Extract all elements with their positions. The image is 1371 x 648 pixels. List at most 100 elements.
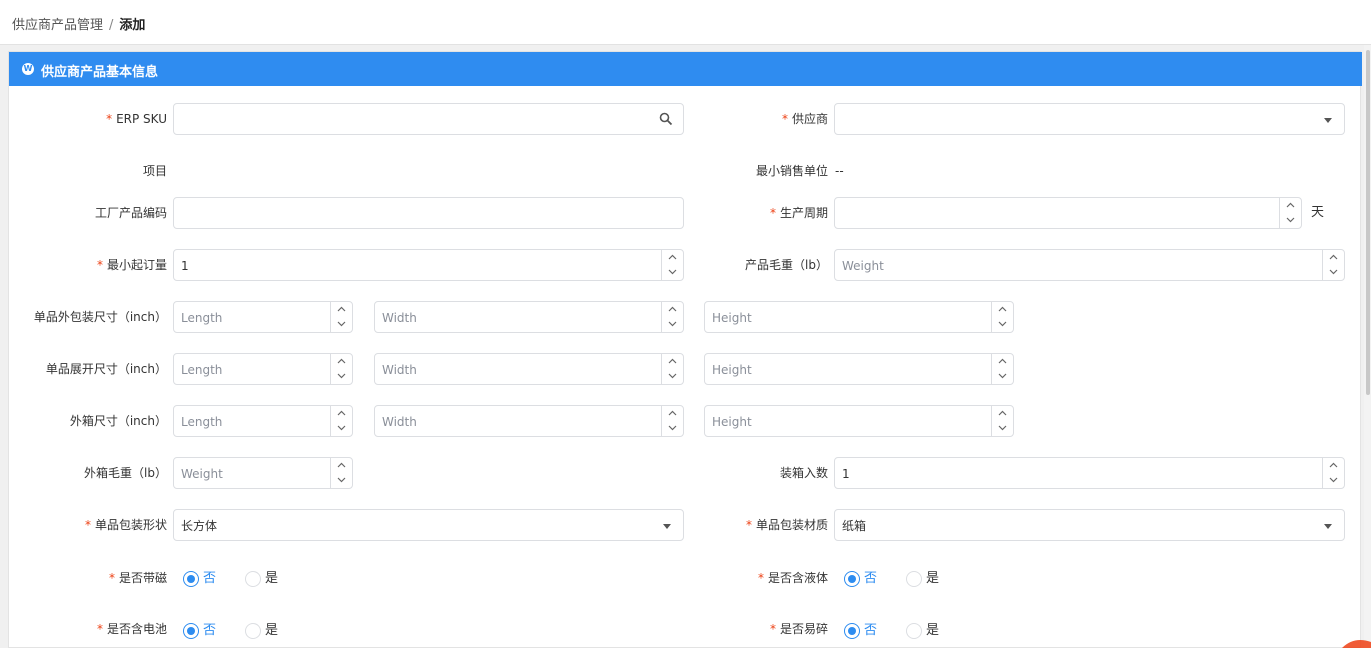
chevron-down-icon bbox=[668, 373, 677, 379]
battery-label: * 是否含电池 bbox=[96, 622, 167, 636]
chevron-up-icon bbox=[668, 254, 677, 260]
unfold-size-height-input[interactable]: Height bbox=[704, 353, 1014, 385]
decrement-button[interactable] bbox=[1323, 473, 1344, 488]
increment-button[interactable] bbox=[331, 458, 352, 473]
factory-code-input[interactable] bbox=[173, 197, 684, 229]
number-stepper bbox=[661, 250, 683, 280]
increment-button[interactable] bbox=[331, 354, 352, 369]
increment-button[interactable] bbox=[992, 406, 1013, 421]
pack-size-height-input[interactable]: Height bbox=[704, 301, 1014, 333]
chevron-up-icon bbox=[998, 306, 1007, 312]
decrement-button[interactable] bbox=[662, 369, 683, 384]
fragile-yes-label[interactable]: 是 bbox=[926, 623, 939, 639]
decrement-button[interactable] bbox=[992, 369, 1013, 384]
increment-button[interactable] bbox=[662, 302, 683, 317]
increment-button[interactable] bbox=[1280, 198, 1301, 213]
fragile-yes-radio[interactable] bbox=[906, 623, 922, 639]
supplier-label: * 供应商 bbox=[781, 112, 828, 126]
liquid-no-radio[interactable] bbox=[844, 571, 860, 587]
increment-button[interactable] bbox=[1323, 250, 1344, 265]
min-sales-unit-value: -- bbox=[835, 164, 844, 178]
decrement-button[interactable] bbox=[1280, 213, 1301, 228]
carton-size-width-input[interactable]: Width bbox=[374, 405, 684, 437]
gross-weight-input[interactable]: Weight bbox=[834, 249, 1345, 281]
chevron-down-icon bbox=[998, 373, 1007, 379]
chevron-down-icon bbox=[337, 477, 346, 483]
search-icon[interactable] bbox=[659, 112, 673, 126]
pack-size-length-input[interactable]: Length bbox=[173, 301, 353, 333]
breadcrumb-current: 添加 bbox=[119, 18, 146, 33]
chevron-down-icon bbox=[668, 321, 677, 327]
magnetic-no-radio[interactable] bbox=[183, 571, 199, 587]
increment-button[interactable] bbox=[662, 250, 683, 265]
chevron-up-icon bbox=[1286, 202, 1295, 208]
chevron-down-icon bbox=[998, 321, 1007, 327]
breadcrumb-separator: / bbox=[109, 18, 114, 33]
erp-sku-input[interactable] bbox=[173, 103, 684, 135]
number-stepper bbox=[991, 354, 1013, 384]
chevron-up-icon bbox=[998, 410, 1007, 416]
battery-no-label[interactable]: 否 bbox=[203, 623, 216, 639]
unfold-size-length-input[interactable]: Length bbox=[173, 353, 353, 385]
increment-button[interactable] bbox=[331, 406, 352, 421]
decrement-button[interactable] bbox=[331, 473, 352, 488]
production-cycle-input[interactable] bbox=[834, 197, 1302, 229]
decrement-button[interactable] bbox=[992, 317, 1013, 332]
erp-sku-label: * ERP SKU bbox=[106, 112, 167, 126]
carton-weight-label: 外箱毛重（lb） bbox=[84, 466, 167, 480]
scrollbar-thumb[interactable] bbox=[1366, 50, 1370, 395]
pack-size-width-input[interactable]: Width bbox=[374, 301, 684, 333]
increment-button[interactable] bbox=[662, 406, 683, 421]
increment-button[interactable] bbox=[662, 354, 683, 369]
liquid-no-label[interactable]: 否 bbox=[864, 571, 877, 587]
number-stepper bbox=[991, 406, 1013, 436]
pack-shape-label: * 单品包装形状 bbox=[84, 518, 167, 532]
magnetic-yes-radio[interactable] bbox=[245, 571, 261, 587]
magnetic-no-label[interactable]: 否 bbox=[203, 571, 216, 587]
decrement-button[interactable] bbox=[331, 317, 352, 332]
carton-qty-input[interactable]: 1 bbox=[834, 457, 1345, 489]
chevron-up-icon bbox=[337, 462, 346, 468]
chevron-down-icon bbox=[663, 524, 671, 529]
decrement-button[interactable] bbox=[992, 421, 1013, 436]
battery-yes-label[interactable]: 是 bbox=[265, 623, 278, 639]
decrement-button[interactable] bbox=[662, 421, 683, 436]
pack-shape-select[interactable]: 长方体 bbox=[173, 509, 684, 541]
number-stepper bbox=[330, 302, 352, 332]
chevron-down-icon bbox=[337, 321, 346, 327]
chevron-down-icon bbox=[1329, 269, 1338, 275]
fragile-no-label[interactable]: 否 bbox=[864, 623, 877, 639]
moq-label: * 最小起订量 bbox=[96, 258, 167, 272]
carton-size-length-input[interactable]: Length bbox=[173, 405, 353, 437]
number-stepper bbox=[330, 406, 352, 436]
liquid-yes-radio[interactable] bbox=[906, 571, 922, 587]
production-cycle-label: * 生产周期 bbox=[769, 206, 828, 220]
carton-weight-input[interactable]: Weight bbox=[173, 457, 353, 489]
liquid-yes-label[interactable]: 是 bbox=[926, 571, 939, 587]
increment-button[interactable] bbox=[1323, 458, 1344, 473]
decrement-button[interactable] bbox=[331, 369, 352, 384]
decrement-button[interactable] bbox=[662, 317, 683, 332]
increment-button[interactable] bbox=[992, 302, 1013, 317]
decrement-button[interactable] bbox=[331, 421, 352, 436]
battery-no-radio[interactable] bbox=[183, 623, 199, 639]
increment-button[interactable] bbox=[331, 302, 352, 317]
increment-button[interactable] bbox=[992, 354, 1013, 369]
wordpress-icon: W bbox=[22, 63, 34, 75]
chevron-up-icon bbox=[668, 410, 677, 416]
moq-input[interactable]: 1 bbox=[173, 249, 684, 281]
battery-yes-radio[interactable] bbox=[245, 623, 261, 639]
pack-material-label: * 单品包装材质 bbox=[745, 518, 828, 532]
supplier-select[interactable] bbox=[834, 103, 1345, 135]
chevron-up-icon bbox=[337, 358, 346, 364]
decrement-button[interactable] bbox=[1323, 265, 1344, 280]
decrement-button[interactable] bbox=[662, 265, 683, 280]
carton-size-height-input[interactable]: Height bbox=[704, 405, 1014, 437]
breadcrumb-parent-link[interactable]: 供应商产品管理 bbox=[12, 18, 103, 33]
magnetic-yes-label[interactable]: 是 bbox=[265, 571, 278, 587]
chevron-down-icon bbox=[1324, 524, 1332, 529]
fragile-no-radio[interactable] bbox=[844, 623, 860, 639]
pack-material-select[interactable]: 纸箱 bbox=[834, 509, 1345, 541]
unfold-size-width-input[interactable]: Width bbox=[374, 353, 684, 385]
number-stepper bbox=[330, 458, 352, 488]
